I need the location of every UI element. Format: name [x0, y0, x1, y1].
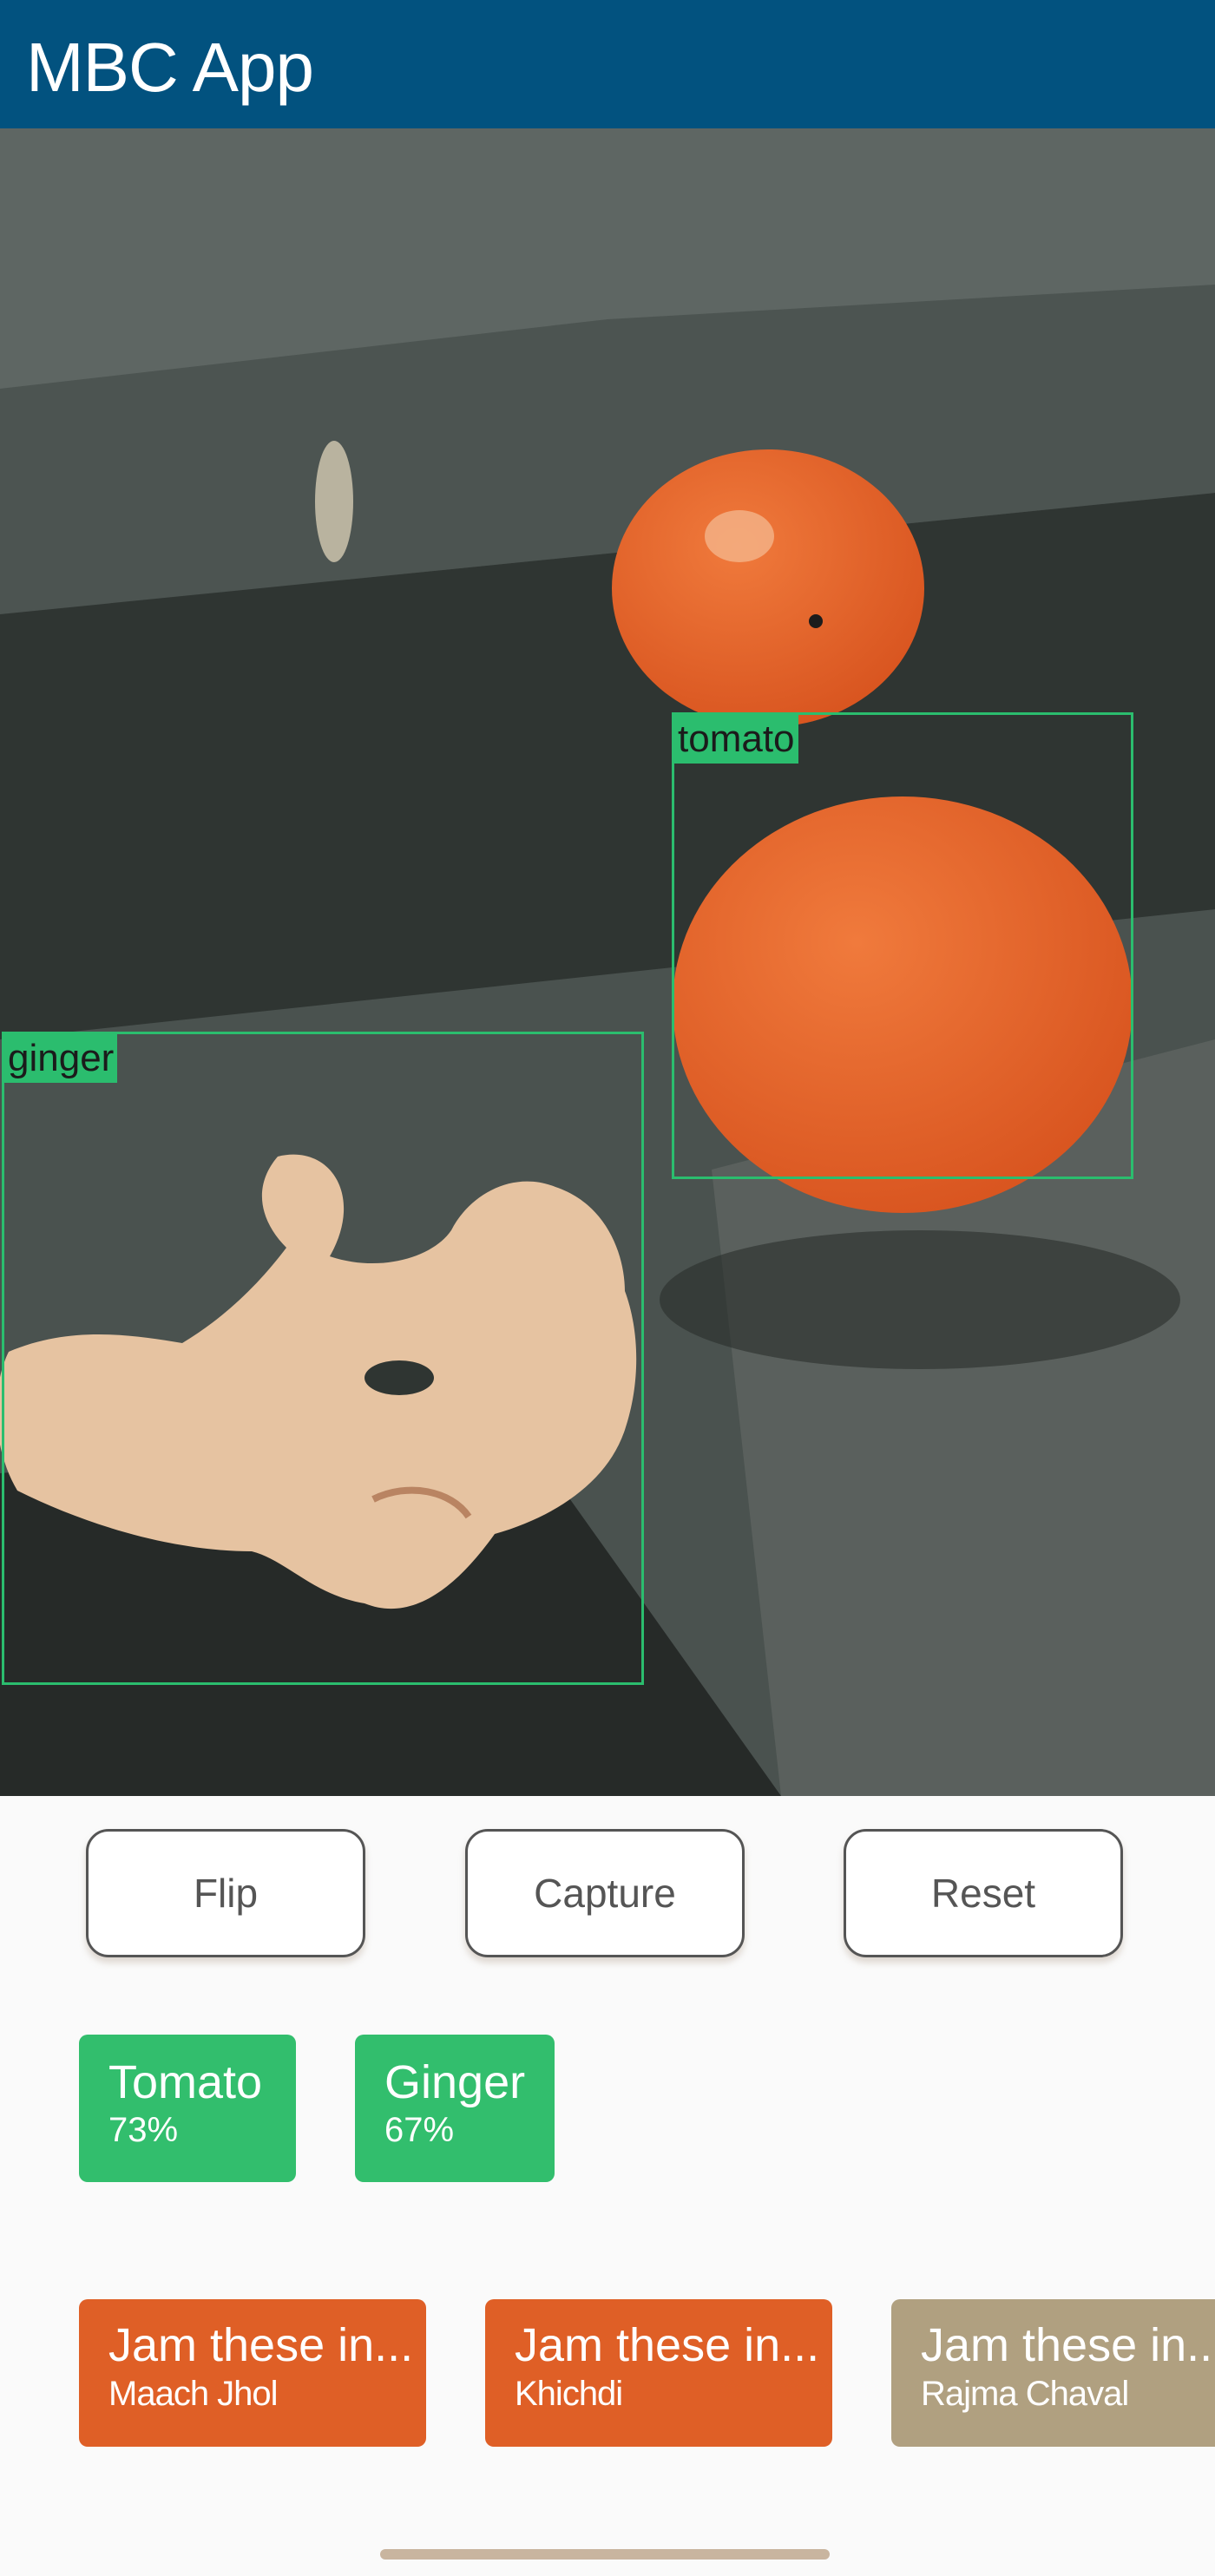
recipe-card-dish: Khichdi	[515, 2375, 623, 2413]
flip-button-label: Flip	[193, 1871, 259, 1916]
result-confidence: 67%	[384, 2111, 455, 2149]
recipe-card-title: Jam these in...	[108, 2319, 414, 2371]
reset-button[interactable]: Reset	[844, 1829, 1123, 1957]
recipe-card-maach-jhol[interactable]: Jam these in... Maach Jhol	[79, 2299, 426, 2447]
recipe-card-rajma-chaval[interactable]: Jam these in... Rajma Chaval	[891, 2299, 1215, 2447]
recipe-card-title: Jam these in...	[921, 2319, 1215, 2371]
result-name: Tomato	[108, 2056, 263, 2108]
recipe-card-dish: Rajma Chaval	[921, 2375, 1129, 2413]
recipe-card-dish: Maach Jhol	[108, 2375, 279, 2413]
flip-button[interactable]: Flip	[86, 1829, 365, 1957]
detection-box-tomato: tomato	[672, 712, 1133, 1179]
capture-button-label: Capture	[534, 1871, 676, 1916]
recipe-card-khichdi[interactable]: Jam these in... Khichdi	[485, 2299, 832, 2447]
app-bar: MBC App	[0, 0, 1215, 128]
camera-preview[interactable]: tomato ginger	[0, 128, 1215, 1796]
recipe-card-title: Jam these in...	[515, 2319, 820, 2371]
detection-label-ginger: ginger	[4, 1034, 118, 1083]
controls-panel: Flip Capture Reset Tomato 73% Ginger 67%…	[0, 1796, 1215, 2576]
result-chip-ginger[interactable]: Ginger 67%	[355, 2035, 555, 2182]
result-chip-tomato[interactable]: Tomato 73%	[79, 2035, 296, 2182]
detection-label-tomato: tomato	[674, 715, 798, 764]
detection-box-ginger: ginger	[2, 1032, 644, 1685]
app-title: MBC App	[26, 29, 314, 106]
reset-button-label: Reset	[930, 1871, 1036, 1916]
home-indicator[interactable]	[380, 2549, 830, 2560]
result-name: Ginger	[384, 2056, 526, 2108]
result-confidence: 73%	[108, 2111, 179, 2149]
capture-button[interactable]: Capture	[465, 1829, 745, 1957]
